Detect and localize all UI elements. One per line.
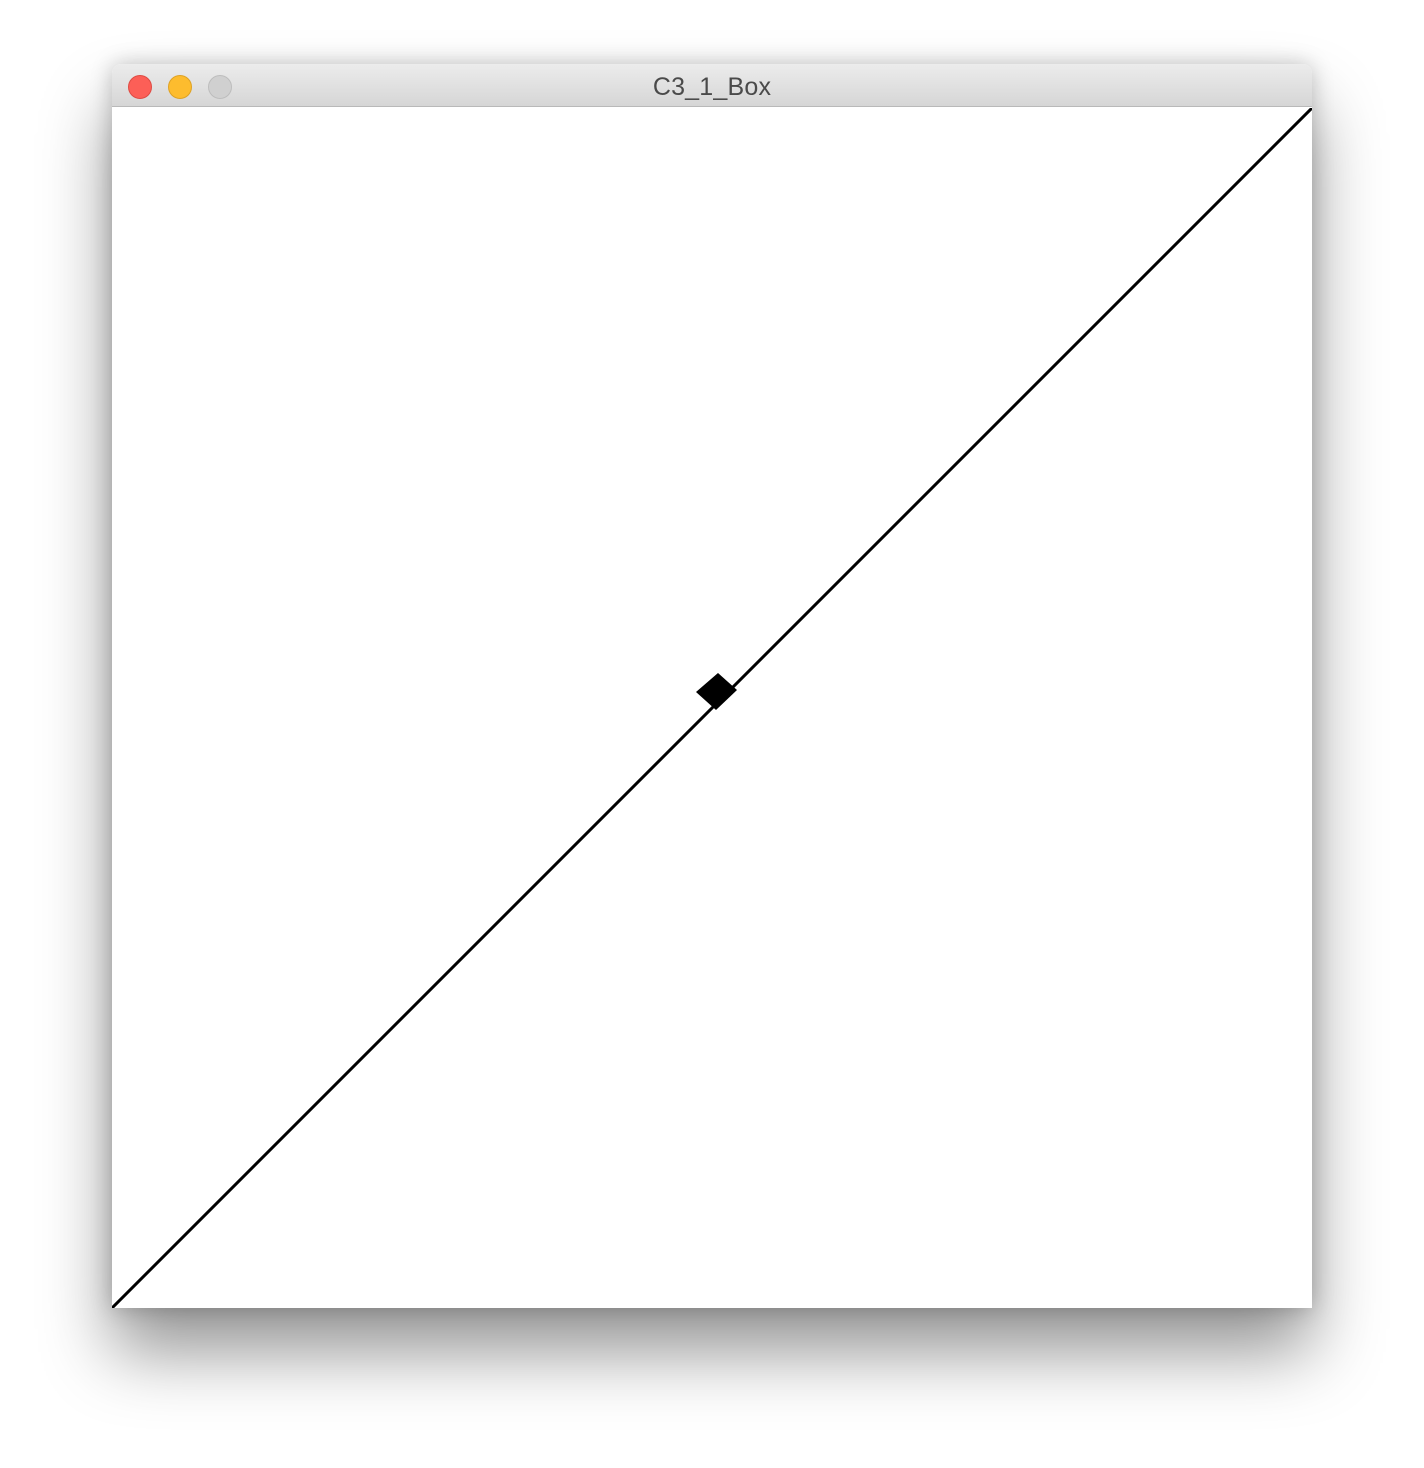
title-bar[interactable]: C3_1_Box bbox=[112, 64, 1312, 107]
sketch-canvas[interactable] bbox=[112, 108, 1312, 1308]
window-title: C3_1_Box bbox=[652, 73, 772, 101]
canvas-drawing bbox=[112, 108, 1312, 1308]
diagonal-line bbox=[112, 108, 1312, 1308]
moving-box bbox=[696, 673, 737, 710]
app-window: C3_1_Box bbox=[112, 64, 1312, 1308]
